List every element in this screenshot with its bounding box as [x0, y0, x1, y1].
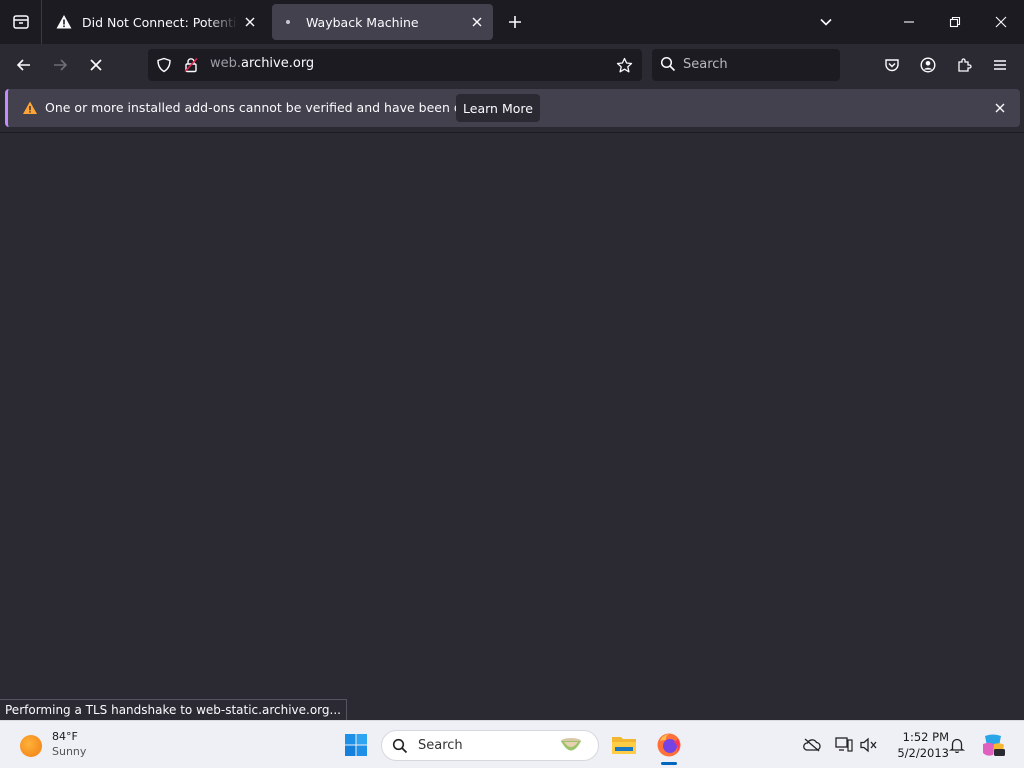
folder-icon	[612, 737, 636, 754]
puzzle-piece-icon	[958, 58, 972, 72]
tab-wayback-machine[interactable]: Wayback Machine	[272, 4, 493, 40]
pocket-button[interactable]	[876, 49, 908, 81]
weather-widget[interactable]: 84°F Sunny	[18, 729, 86, 759]
firefox-view-button[interactable]	[0, 0, 42, 44]
weather-temperature: 84°F	[52, 730, 78, 743]
tab-title: Did Not Connect: Potential Security Issu…	[82, 14, 238, 30]
menu-button[interactable]	[984, 49, 1016, 81]
stop-icon	[90, 59, 102, 71]
navigation-toolbar: web.archive.org Search	[0, 44, 1024, 86]
clock-time: 1:52 PM	[902, 730, 949, 744]
network-icon[interactable]	[834, 735, 854, 755]
forward-button[interactable]	[44, 49, 76, 81]
volume-muted-icon[interactable]	[859, 735, 879, 755]
url-text[interactable]: web.archive.org	[210, 56, 314, 71]
back-button[interactable]	[8, 49, 40, 81]
tab-strip: Did Not Connect: Potential Security Issu…	[0, 0, 1024, 44]
minimize-button[interactable]	[886, 0, 932, 44]
hamburger-menu-icon	[994, 60, 1006, 70]
extensions-button[interactable]	[948, 49, 980, 81]
account-icon	[920, 57, 936, 73]
system-clock[interactable]: 1:52 PM 5/2/2013	[885, 729, 949, 761]
url-domain: archive.org	[241, 56, 315, 71]
clock-date: 5/2/2013	[897, 746, 949, 760]
close-icon	[995, 103, 1005, 113]
firefox-icon	[657, 733, 681, 757]
tab-close-button[interactable]	[238, 10, 262, 34]
onedrive-offline-icon[interactable]	[802, 735, 822, 755]
copilot-icon	[983, 734, 1005, 756]
sun-icon	[20, 735, 42, 757]
loading-dot-icon	[280, 14, 296, 30]
firefox-taskbar-button[interactable]	[653, 729, 685, 761]
close-window-button[interactable]	[978, 0, 1024, 44]
search-highlight-bowl-icon	[561, 738, 581, 751]
close-icon	[472, 17, 482, 27]
warning-icon	[23, 101, 37, 114]
close-icon	[995, 16, 1007, 28]
insecure-lock-icon[interactable]	[181, 55, 201, 75]
taskbar-search-box[interactable]: Search	[381, 730, 599, 761]
restore-icon	[949, 16, 961, 28]
page-content-area[interactable]	[0, 132, 1024, 720]
minimize-icon	[904, 21, 914, 23]
arrow-left-icon	[16, 59, 30, 71]
stop-button[interactable]	[80, 49, 112, 81]
addon-warning-notification: One or more installed add-ons cannot be …	[5, 89, 1020, 127]
search-placeholder: Search	[683, 57, 728, 72]
tab-did-not-connect[interactable]: Did Not Connect: Potential Security Issu…	[48, 4, 266, 40]
status-panel: Performing a TLS handshake to web-static…	[0, 699, 347, 721]
tracking-protection-shield-icon[interactable]	[154, 55, 174, 75]
search-bar[interactable]: Search	[652, 49, 840, 81]
pocket-icon	[885, 59, 899, 72]
url-subdomain: web.	[210, 56, 242, 71]
search-icon	[392, 738, 408, 754]
tab-close-button[interactable]	[465, 10, 489, 34]
taskbar-search-placeholder: Search	[418, 738, 463, 753]
arrow-right-icon	[54, 59, 68, 71]
firefox-view-icon	[12, 15, 29, 29]
windows-logo-icon	[345, 734, 367, 756]
copilot-button[interactable]	[977, 729, 1009, 761]
active-app-indicator	[661, 762, 677, 765]
file-explorer-button[interactable]	[608, 729, 640, 761]
close-icon	[245, 17, 255, 27]
url-bar[interactable]: web.archive.org	[148, 49, 642, 81]
warning-icon	[56, 14, 72, 30]
weather-condition: Sunny	[52, 745, 87, 758]
start-button[interactable]	[340, 729, 372, 761]
account-button[interactable]	[912, 49, 944, 81]
notification-message: One or more installed add-ons cannot be …	[45, 100, 511, 115]
restore-button[interactable]	[932, 0, 978, 44]
learn-more-button[interactable]: Learn More	[456, 94, 540, 122]
chevron-down-icon	[820, 18, 832, 26]
bookmark-star-icon[interactable]	[614, 55, 634, 75]
tab-title: Wayback Machine	[306, 14, 419, 30]
windows-taskbar: 84°F Sunny Search 1:52 PM 5/2/2013	[0, 720, 1024, 768]
list-all-tabs-button[interactable]	[812, 8, 840, 36]
plus-icon	[509, 16, 521, 28]
new-tab-button[interactable]	[501, 8, 529, 36]
notification-bell-icon[interactable]	[947, 735, 967, 755]
search-icon	[660, 56, 676, 72]
notification-close-button[interactable]	[990, 98, 1010, 118]
